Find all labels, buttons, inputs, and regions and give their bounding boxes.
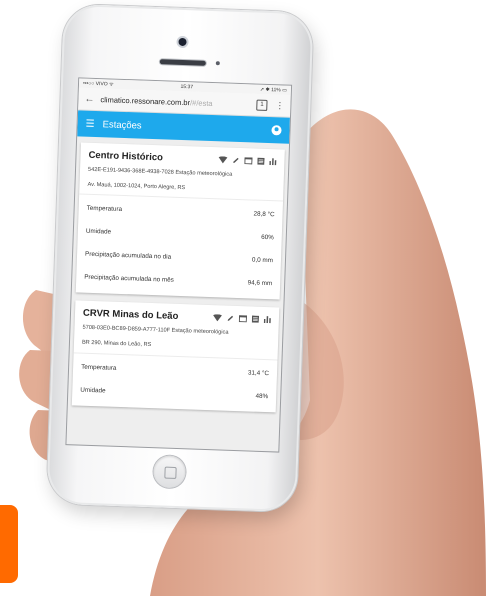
- reading-label: Precipitação acumulada no dia: [84, 250, 172, 261]
- url-domain: climatico.ressonare.com.br: [100, 94, 191, 107]
- reading-label: Umidade: [85, 227, 112, 236]
- account-icon[interactable]: [271, 125, 282, 136]
- station-card-header: CRVR Minas do Leão 5708-03E0-BC89-D859-A…: [74, 301, 280, 359]
- front-camera: [178, 37, 187, 47]
- reading-value: 60%: [261, 234, 274, 242]
- phone-device: •••○○ VIVO ᯤ 15:37 ➚ ✱ 11% ▭ ← climatico…: [46, 3, 314, 513]
- page-title: Estações: [102, 118, 142, 132]
- home-button[interactable]: [152, 455, 187, 489]
- calendar-icon[interactable]: [244, 157, 253, 165]
- battery-indicator: ➚ ✱ 11% ▭: [259, 86, 288, 94]
- hamburger-menu-icon[interactable]: ☰: [85, 118, 94, 129]
- station-name: Centro Histórico: [88, 149, 164, 164]
- edit-icon[interactable]: [232, 157, 239, 164]
- station-card[interactable]: CRVR Minas do Leão 5708-03E0-BC89-D859-A…: [71, 300, 280, 412]
- proximity-sensor: [215, 61, 220, 66]
- back-arrow-icon[interactable]: ←: [84, 93, 96, 104]
- station-card-header: Centro Histórico 542E-E191-9436-368E-493…: [79, 142, 285, 200]
- edit-icon[interactable]: [227, 315, 234, 322]
- station-address: BR 290, Minas do Leão, RS: [81, 339, 152, 348]
- carrier-label: •••○○ VIVO ᯤ: [82, 80, 114, 88]
- wifi-icon[interactable]: [213, 314, 222, 322]
- phone-screen: •••○○ VIVO ᯤ 15:37 ➚ ✱ 11% ▭ ← climatico…: [66, 78, 292, 452]
- overflow-menu-icon[interactable]: ⋮: [275, 100, 284, 111]
- reading-value: 0,0 mm: [251, 256, 274, 265]
- reading-value: 28,8 °C: [253, 210, 275, 219]
- readings-table: Temperatura 28,8 °C Umidade 60% Precipitaç…: [75, 193, 284, 300]
- orange-side-tab: [0, 505, 18, 583]
- reading-label: Umidade: [80, 386, 106, 394]
- reading-label: Temperatura: [81, 363, 117, 372]
- tab-switcher-button[interactable]: 1: [256, 99, 268, 111]
- url-field[interactable]: climatico.ressonare.com.br/#/esta: [100, 95, 256, 109]
- station-list: Centro Histórico 542E-E191-9436-368E-493…: [68, 136, 289, 412]
- readings-table: Temperatura 31,4 °C Umidade 48%: [71, 351, 278, 412]
- reading-value: 31,4 °C: [247, 368, 270, 377]
- station-id: 5708-03E0-BC89-D859-A777-110F Estação me…: [82, 324, 229, 336]
- station-actions: [213, 314, 271, 324]
- reading-label: Precipitação acumulada no mês: [84, 273, 174, 285]
- station-address: Av. Mauá, 1002-1024, Porto Alegre, RS: [87, 181, 186, 191]
- calendar-icon[interactable]: [238, 315, 248, 323]
- list-icon[interactable]: [251, 315, 260, 324]
- reading-label: Temperatura: [86, 204, 123, 214]
- wifi-icon[interactable]: [218, 156, 228, 164]
- list-icon[interactable]: [257, 157, 265, 165]
- clock: 15:37: [180, 83, 194, 90]
- station-actions: [218, 156, 277, 166]
- station-id: 542E-E191-9436-368E-4938-7028 Estação me…: [87, 166, 233, 178]
- url-path: /#/esta: [189, 97, 213, 108]
- reading-value: 94,6 mm: [247, 279, 273, 288]
- bar-chart-icon[interactable]: [263, 316, 271, 324]
- earpiece-speaker: [159, 59, 206, 66]
- bar-chart-icon[interactable]: [269, 158, 277, 166]
- station-name: CRVR Minas do Leão: [82, 307, 179, 323]
- reading-value: 48%: [255, 392, 269, 400]
- station-card[interactable]: Centro Histórico 542E-E191-9436-368E-493…: [75, 142, 285, 300]
